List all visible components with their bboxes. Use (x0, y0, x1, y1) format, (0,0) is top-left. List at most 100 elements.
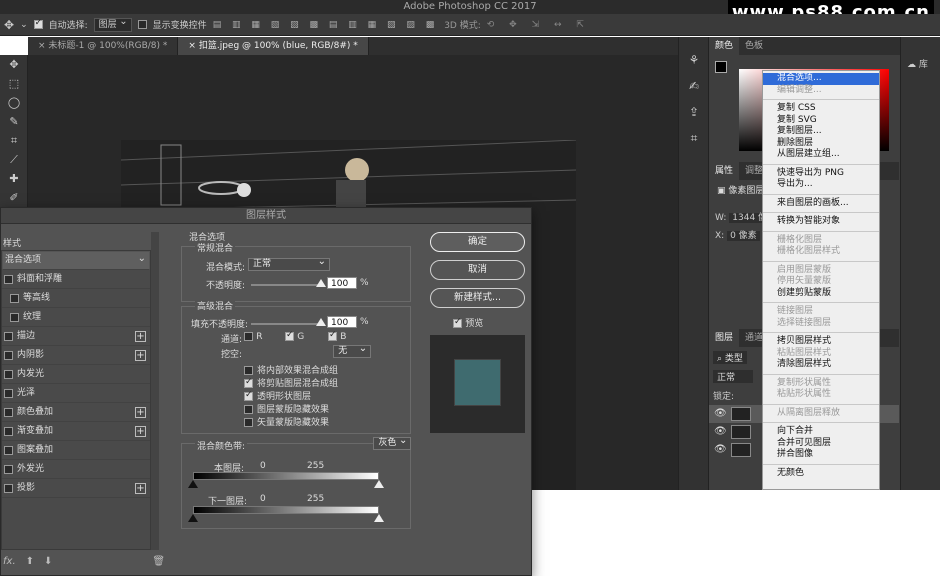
tab-untitled[interactable]: × 未标题-1 @ 100%(RGB/8) * (28, 37, 179, 55)
style-checkbox[interactable] (4, 331, 13, 341)
add-style-icon[interactable]: + (135, 350, 146, 361)
style-checkbox[interactable] (10, 293, 19, 303)
x-value[interactable]: 0 像素 (727, 231, 760, 241)
style-checkbox[interactable] (4, 483, 13, 493)
style-checkbox[interactable] (4, 407, 13, 417)
menu-item[interactable]: 向下合并 (763, 426, 879, 438)
menu-item[interactable]: 快速导出为 PNG (763, 168, 879, 180)
style-checkbox[interactable] (4, 274, 13, 284)
close-icon[interactable]: × (188, 41, 196, 51)
channel-b-checkbox[interactable] (328, 330, 337, 341)
channel-r-checkbox[interactable] (244, 331, 253, 341)
blend-mode-select[interactable]: 正常 (248, 256, 330, 271)
tab-swatches[interactable]: 色板 (739, 37, 769, 55)
style-row[interactable]: 等高线 (2, 289, 150, 308)
knockout-select[interactable]: 无 (333, 343, 372, 358)
style-row[interactable]: 外发光 (2, 460, 150, 479)
advanced-option[interactable]: 将剪贴图层混合成组 (244, 376, 338, 389)
advanced-option-checkbox[interactable] (244, 417, 253, 427)
tab-dunk-jpeg[interactable]: × 扣篮.jpeg @ 100% (blue, RGB/8#) * (178, 37, 369, 55)
cancel-button[interactable]: 取消 (430, 260, 525, 280)
channel-g-checkbox[interactable] (285, 330, 294, 341)
history-icon[interactable]: ⚘ (679, 47, 709, 73)
opacity-slider-thumb[interactable] (316, 279, 326, 287)
channel-b[interactable]: B (328, 330, 346, 342)
style-row[interactable]: 斜面和浮雕 (2, 270, 150, 289)
actions-icon[interactable]: ⇪ (679, 99, 709, 125)
advanced-option-checkbox[interactable] (244, 365, 253, 375)
blend-if-select[interactable]: 灰色 (373, 435, 412, 450)
tab-properties[interactable]: 属性 (709, 162, 740, 180)
ok-button[interactable]: 确定 (430, 232, 525, 252)
style-row[interactable]: 颜色叠加 + (2, 403, 150, 422)
move-up-icon[interactable]: ⬆ (26, 556, 34, 567)
style-row[interactable]: 渐变叠加 + (2, 422, 150, 441)
channel-g[interactable]: G (285, 330, 304, 342)
menu-item[interactable]: 来自图层的画板... (763, 198, 879, 210)
menu-item[interactable]: 导出为... (763, 179, 879, 191)
style-checkbox[interactable] (4, 369, 13, 379)
menu-item[interactable]: 合并可见图层 (763, 438, 879, 450)
eye-icon[interactable]: 👁 (714, 408, 727, 419)
menu-item[interactable]: 清除图层样式 (763, 359, 879, 371)
fill-opacity-slider-thumb[interactable] (316, 318, 326, 326)
advanced-option-checkbox[interactable] (244, 404, 253, 414)
style-checkbox[interactable] (4, 464, 13, 474)
opacity-slider-track[interactable] (251, 284, 323, 286)
eyedropper-tool-icon[interactable]: ⟋ (0, 150, 28, 169)
advanced-option-checkbox[interactable] (244, 377, 253, 388)
style-checkbox[interactable] (4, 426, 13, 436)
tool-preset-dropdown[interactable]: ⌄ (20, 20, 28, 30)
eye-icon[interactable]: 👁 (714, 444, 727, 455)
close-icon[interactable]: × (38, 41, 46, 51)
under-layer-black-thumb[interactable] (188, 514, 198, 522)
style-row[interactable]: 光泽 (2, 384, 150, 403)
lasso-tool-icon[interactable]: ◯ (0, 93, 28, 112)
crop-icon[interactable]: ⌗ (679, 125, 709, 151)
auto-select-target-select[interactable]: 图层 (93, 16, 132, 32)
advanced-option-checkbox[interactable] (244, 390, 253, 401)
new-style-button[interactable]: 新建样式... (430, 288, 525, 308)
menu-item[interactable]: 复制图层... (763, 126, 879, 138)
style-row[interactable]: 投影 + (2, 479, 150, 498)
this-layer-gradient[interactable] (193, 472, 379, 480)
marquee-tool-icon[interactable]: ⬚ (0, 74, 28, 93)
show-transform-checkbox[interactable] (137, 20, 147, 29)
style-row[interactable]: 描边 + (2, 327, 150, 346)
fill-opacity-slider-track[interactable] (251, 323, 323, 325)
brush-presets-icon[interactable]: ✍ (679, 73, 709, 99)
move-tool-icon[interactable]: ✥ (0, 55, 28, 74)
fx-button[interactable]: fx. (3, 556, 16, 567)
auto-select-checkbox[interactable] (33, 18, 43, 29)
menu-item[interactable]: 删除图层 (763, 138, 879, 150)
fill-opacity-input[interactable]: 100 (327, 316, 357, 328)
quick-select-tool-icon[interactable]: ✎ (0, 112, 28, 131)
foreground-color-swatch[interactable] (715, 61, 727, 73)
tab-color[interactable]: 颜色 (709, 37, 740, 55)
menu-item[interactable]: 转换为智能对象 (763, 216, 879, 228)
this-layer-white-thumb[interactable] (374, 480, 384, 488)
tab-layers[interactable]: 图层 (709, 329, 740, 347)
menu-item[interactable]: 拼合图像 (763, 449, 879, 461)
style-row[interactable]: 内阴影 + (2, 346, 150, 365)
preview-checkbox[interactable] (453, 317, 462, 328)
style-row[interactable]: 内发光 (2, 365, 150, 384)
add-style-icon[interactable]: + (135, 426, 146, 437)
style-checkbox[interactable] (4, 445, 13, 455)
crop-tool-icon[interactable]: ⌗ (0, 131, 28, 150)
align-icons[interactable]: ▤ ▥ ▦ ▧ ▨ ▩ ▤ ▥ ▦ ▧ ▨ ▩ (213, 20, 439, 30)
advanced-option[interactable]: 图层蒙版隐藏效果 (244, 402, 338, 415)
eye-icon[interactable]: 👁 (714, 426, 727, 437)
advanced-option[interactable]: 透明形状图层 (244, 389, 338, 402)
menu-item[interactable]: 拷贝图层样式 (763, 336, 879, 348)
3d-mode-icons[interactable]: ⟲ ✥ ⇲ ↔ ⇱ (487, 20, 590, 30)
styles-scrollbar[interactable] (151, 232, 159, 550)
style-row[interactable]: 图案叠加 (2, 441, 150, 460)
style-checkbox[interactable] (4, 350, 13, 360)
channel-r[interactable]: R (244, 331, 262, 342)
layer-blend-mode-select[interactable]: 正常 (713, 370, 753, 383)
move-tool-icon[interactable]: ✥ (4, 18, 14, 32)
style-checkbox[interactable] (10, 312, 19, 322)
menu-item[interactable]: 复制 SVG (763, 115, 879, 127)
libraries-tab[interactable]: ☁ 库 (901, 57, 940, 70)
